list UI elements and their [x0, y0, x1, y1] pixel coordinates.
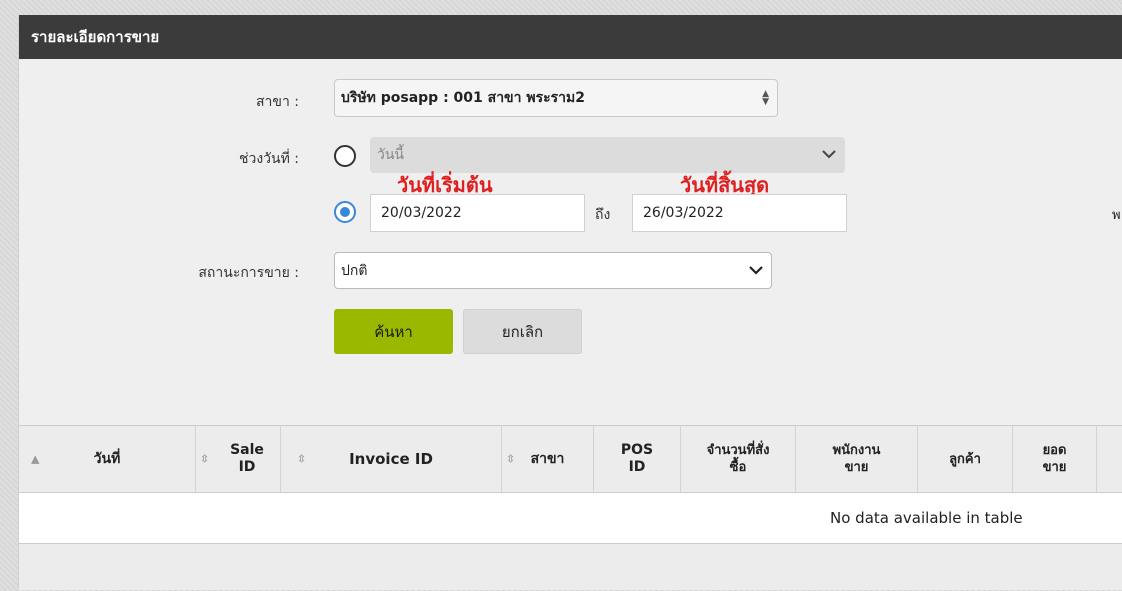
- col-date[interactable]: ▲ วันที่: [19, 426, 196, 492]
- col-amount[interactable]: ยอดขาย: [1013, 426, 1097, 492]
- col-branch-label: สาขา: [530, 450, 565, 467]
- col-customer[interactable]: ลูกค้า: [918, 426, 1013, 492]
- sort-icon: ⇳: [297, 452, 307, 466]
- clipped-label: พ: [1112, 208, 1121, 223]
- branch-select[interactable]: บริษัท posapp : 001 สาขา พระราม2 ▲ ▼: [334, 79, 778, 117]
- start-date-input[interactable]: 20/03/2022: [370, 194, 585, 232]
- table-empty-row: No data available in table: [19, 493, 1122, 544]
- col-invoice-id[interactable]: ⇳ Invoice ID: [281, 426, 502, 492]
- col-date-label: วันที่: [93, 450, 121, 467]
- sort-updown-icon: ▲ ▼: [762, 89, 769, 107]
- chevron-down-icon: [822, 147, 836, 163]
- sort-icon: ⇳: [200, 452, 210, 466]
- preset-select-value: วันนี้: [377, 147, 405, 163]
- col-salesperson-label: พนักงานขาย: [832, 443, 881, 475]
- branch-select-value: บริษัท posapp : 001 สาขา พระราม2: [341, 90, 585, 106]
- col-pos-id[interactable]: POS ID: [594, 426, 681, 492]
- col-quantity-label: จำนวนที่สั่งซื้อ: [706, 443, 770, 475]
- radio-custom-range[interactable]: [334, 201, 356, 223]
- panel-title: รายละเอียดการขาย: [19, 15, 1122, 59]
- col-extra[interactable]: [1097, 426, 1122, 492]
- col-salesperson[interactable]: พนักงานขาย: [796, 426, 918, 492]
- col-pos-id-label: POS ID: [620, 442, 654, 475]
- empty-message: No data available in table: [830, 509, 1023, 527]
- sales-detail-panel: รายละเอียดการขาย สาขา : บริษัท posapp : …: [18, 15, 1122, 590]
- status-select[interactable]: ปกติ: [334, 252, 772, 289]
- col-quantity[interactable]: จำนวนที่สั่งซื้อ: [681, 426, 796, 492]
- sort-icon: ⇳: [506, 452, 516, 466]
- col-branch[interactable]: ⇳ สาขา: [502, 426, 594, 492]
- table-header-row: ▲ วันที่ ⇳ Sale ID ⇳ Invoice ID ⇳ สาขา P…: [19, 425, 1122, 493]
- col-sale-id[interactable]: ⇳ Sale ID: [196, 426, 281, 492]
- search-button[interactable]: ค้นหา: [334, 309, 453, 354]
- table-footer: [19, 544, 1122, 590]
- preset-select[interactable]: วันนี้: [370, 137, 845, 173]
- radio-preset[interactable]: [334, 145, 356, 167]
- sort-asc-icon: ▲: [31, 452, 40, 466]
- cancel-button[interactable]: ยกเลิก: [463, 309, 582, 354]
- col-customer-label: ลูกค้า: [949, 451, 981, 467]
- col-sale-id-label: Sale ID: [230, 442, 264, 475]
- col-invoice-id-label: Invoice ID: [349, 449, 433, 468]
- status-label: สถานะการขาย :: [198, 265, 299, 281]
- branch-label: สาขา :: [255, 94, 299, 110]
- sales-table: ▲ วันที่ ⇳ Sale ID ⇳ Invoice ID ⇳ สาขา P…: [19, 425, 1122, 590]
- end-date-input[interactable]: 26/03/2022: [632, 194, 847, 232]
- status-select-value: ปกติ: [341, 262, 368, 279]
- to-label: ถึง: [595, 207, 611, 223]
- col-amount-label: ยอดขาย: [1042, 443, 1067, 475]
- date-range-label: ช่วงวันที่ :: [238, 151, 299, 167]
- chevron-down-icon: [749, 263, 763, 279]
